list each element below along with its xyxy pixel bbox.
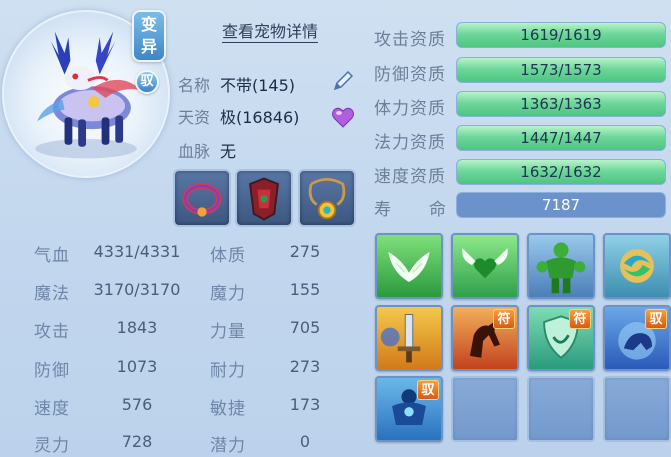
amulet-equipment-icon[interactable] (298, 169, 356, 227)
endurance-label: 耐力 (210, 361, 246, 381)
attack-value: 1843 (116, 318, 158, 337)
attack-aptitude-value: 1619/1619 (520, 26, 602, 44)
defense-aptitude-value: 1573/1573 (520, 61, 602, 79)
potential-value: 0 (299, 432, 311, 451)
bloodline-value: 无 (220, 142, 237, 161)
hp-label: 气血 (34, 246, 70, 266)
speed-aptitude-label: 速度资质 (374, 167, 446, 187)
name-value: 不带(145) (220, 76, 296, 95)
blue-golem-skill-icon[interactable]: 驭 (375, 376, 443, 442)
spirit-label: 灵力 (34, 436, 70, 456)
attack-aptitude-bar: 1619/1619 (456, 22, 666, 48)
empty-skill-slot[interactable] (603, 376, 671, 442)
stamina-aptitude-value: 1363/1363 (520, 95, 602, 113)
green-strongman-skill-icon[interactable] (527, 233, 595, 299)
strength-label: 力量 (210, 322, 246, 342)
constitution-label: 体质 (210, 246, 246, 266)
hp-value: 4331/4331 (93, 242, 181, 261)
lifespan-label-b: 命 (429, 200, 447, 220)
armor-equipment-icon[interactable] (235, 169, 293, 227)
defense-aptitude-bar: 1573/1573 (456, 57, 666, 83)
ride-badge: 驭 (135, 70, 159, 94)
potential-label: 潜力 (210, 436, 246, 456)
talisman-tag: 符 (493, 309, 515, 329)
magic-aptitude-value: 1447/1447 (520, 129, 602, 147)
endurance-value: 273 (289, 357, 321, 376)
attack-aptitude-label: 攻击资质 (374, 30, 446, 50)
spirit-value: 728 (121, 432, 153, 451)
defense-label: 防御 (34, 361, 70, 381)
talisman-tag: 符 (569, 309, 591, 329)
strength-value: 705 (289, 318, 321, 337)
constitution-value: 275 (289, 242, 321, 261)
view-pet-details-link[interactable]: 查看宠物详情 (222, 22, 319, 43)
mutation-badge: 变 异 (132, 10, 166, 62)
magic-aptitude-label: 法力资质 (374, 133, 446, 153)
shield-skill-icon[interactable]: 符 (527, 305, 595, 371)
empty-skill-slot[interactable] (527, 376, 595, 442)
stamina-aptitude-label: 体力资质 (374, 99, 446, 119)
defense-aptitude-label: 防御资质 (374, 65, 446, 85)
agility-value: 173 (289, 395, 321, 414)
stamina-aptitude-bar: 1363/1363 (456, 91, 666, 117)
swirl-orb-skill-icon[interactable] (603, 233, 671, 299)
defense-value: 1073 (116, 357, 158, 376)
name-label: 名称 (178, 76, 211, 95)
ride-tag: 驭 (645, 309, 667, 329)
speed-aptitude-bar: 1632/1632 (456, 159, 666, 185)
purple-heart-icon[interactable] (331, 106, 355, 128)
empty-skill-slot[interactable] (451, 376, 519, 442)
speed-aptitude-value: 1632/1632 (520, 163, 602, 181)
collar-equipment-icon[interactable] (173, 169, 231, 227)
bloodline-label: 血脉 (178, 142, 211, 161)
talent-value: 极(16846) (220, 108, 300, 127)
talent-label: 天资 (178, 108, 211, 127)
ride-tag: 驭 (417, 380, 439, 400)
magic-power-value: 155 (289, 280, 321, 299)
speed-value: 576 (121, 395, 153, 414)
mp-label: 魔法 (34, 284, 70, 304)
lifespan-label-a: 寿 (374, 200, 392, 220)
blue-beast-skill-icon[interactable]: 驭 (603, 305, 671, 371)
green-heart-wings-skill-icon[interactable] (451, 233, 519, 299)
horse-skill-icon[interactable]: 符 (451, 305, 519, 371)
lifespan-value: 7187 (456, 192, 666, 218)
speed-label: 速度 (34, 399, 70, 419)
magic-aptitude-bar: 1447/1447 (456, 125, 666, 151)
magic-power-label: 魔力 (210, 284, 246, 304)
rename-pencil-icon[interactable] (330, 68, 356, 94)
attack-label: 攻击 (34, 322, 70, 342)
agility-label: 敏捷 (210, 399, 246, 419)
mp-value: 3170/3170 (93, 280, 181, 299)
white-wings-skill-icon[interactable] (375, 233, 443, 299)
sword-skill-icon[interactable] (375, 305, 443, 371)
